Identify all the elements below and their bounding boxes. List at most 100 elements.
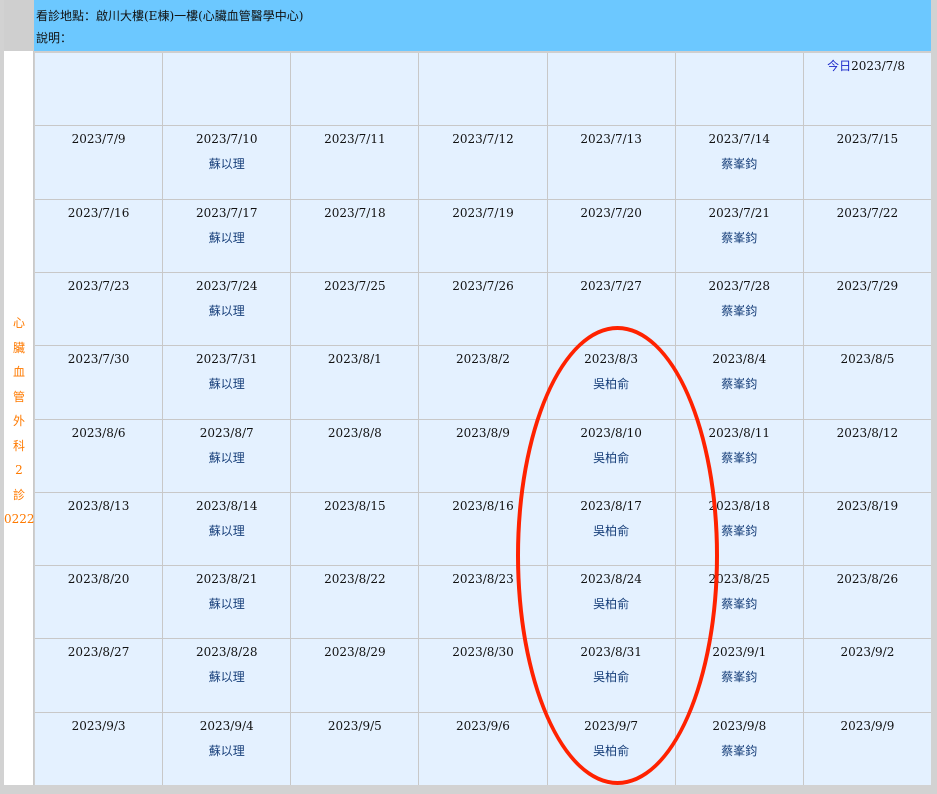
clinic-name-char: 管 <box>12 389 25 404</box>
calendar-day-cell: 2023/9/8 蔡峯鈞 <box>675 712 803 785</box>
clinic-name-char: 血 <box>12 365 25 379</box>
schedule-calendar: 今日2023/7/8 2023/7/9 2023/7/10 蘇以理 2023/7/11 2… <box>35 53 931 785</box>
calendar-day-cell: 2023/8/7 蘇以理 <box>163 419 291 492</box>
doctor-link[interactable]: 蔡峯鈞 <box>676 304 803 318</box>
calendar-day-cell: 2023/7/25 <box>291 272 419 346</box>
calendar-date: 2023/8/28 <box>195 645 258 660</box>
doctor-link[interactable]: 蘇以理 <box>163 304 290 318</box>
clinic-name-char: 2 <box>15 463 23 477</box>
note-text: 說明： <box>36 31 73 45</box>
clinic-name-vertical: 心臟血管外科 2 診 0222 <box>4 311 35 532</box>
calendar-day-cell: 2023/8/3 吳柏俞 <box>547 346 675 419</box>
calendar-date: 2023/9/7 <box>584 718 639 733</box>
calendar-day-cell: 2023/8/13 <box>35 492 163 566</box>
calendar-date: 2023/7/16 <box>67 205 130 220</box>
clinic-sidebar: 心臟血管外科 2 診 0222 <box>4 51 35 785</box>
calendar-date: 2023/8/22 <box>324 572 386 587</box>
calendar-date: 2023/7/17 <box>195 205 258 220</box>
doctor-link[interactable]: 蔡峯鈞 <box>676 231 803 245</box>
calendar-day-cell <box>419 53 547 126</box>
calendar-date: 2023/7/25 <box>324 278 386 293</box>
doctor-link[interactable]: 蘇以理 <box>163 377 290 391</box>
calendar-day-cell: 2023/9/4 蘇以理 <box>163 712 291 785</box>
calendar-day-cell: 2023/8/31 吳柏俞 <box>547 639 675 712</box>
doctor-link[interactable]: 蔡峯鈞 <box>676 597 803 611</box>
doctor-link[interactable]: 蘇以理 <box>163 157 290 171</box>
doctor-link[interactable]: 吳柏俞 <box>548 597 675 611</box>
doctor-link[interactable]: 蘇以理 <box>163 597 290 611</box>
calendar-date: 2023/8/27 <box>67 645 130 660</box>
calendar-day-cell: 2023/8/17 吳柏俞 <box>547 492 675 566</box>
doctor-link[interactable]: 蔡峯鈞 <box>676 451 803 465</box>
calendar-day-cell: 2023/7/29 <box>803 272 931 346</box>
calendar-day-cell: 2023/8/16 <box>419 492 547 566</box>
calendar-date: 2023/8/11 <box>708 425 771 440</box>
calendar-date: 2023/8/19 <box>836 498 899 513</box>
doctor-link[interactable]: 吳柏俞 <box>548 744 675 758</box>
calendar-date: 2023/7/31 <box>195 352 258 367</box>
calendar-day-cell: 2023/8/26 <box>803 566 931 639</box>
calendar-day-cell: 2023/8/15 <box>291 492 419 566</box>
clinic-name-char: 診 <box>12 487 25 502</box>
calendar-date: 2023/7/15 <box>836 132 899 147</box>
calendar-date: 2023/7/29 <box>836 278 899 293</box>
doctor-link[interactable]: 吳柏俞 <box>548 670 675 684</box>
doctor-link[interactable]: 蘇以理 <box>163 670 290 684</box>
calendar-day-cell: 2023/7/20 <box>547 199 675 272</box>
calendar-day-cell: 2023/8/1 <box>291 346 419 419</box>
doctor-link[interactable]: 蘇以理 <box>163 451 290 465</box>
calendar-date: 2023/9/1 <box>712 645 767 660</box>
doctor-link[interactable]: 蘇以理 <box>163 744 290 758</box>
calendar-date: 2023/7/19 <box>452 205 514 220</box>
calendar-date: 2023/8/18 <box>708 498 771 513</box>
clinic-name-char: 臟 <box>12 340 25 355</box>
calendar-day-cell: 2023/8/5 <box>803 346 931 419</box>
calendar-date: 2023/8/24 <box>580 572 642 587</box>
calendar-date: 2023/8/20 <box>67 572 130 587</box>
calendar-date: 2023/9/3 <box>71 718 126 733</box>
calendar-day-cell: 2023/8/24 吳柏俞 <box>547 566 675 639</box>
clinic-name-char: 心 <box>12 316 25 330</box>
calendar-day-cell: 2023/8/19 <box>803 492 931 566</box>
calendar-day-cell: 2023/9/2 <box>803 639 931 712</box>
doctor-link[interactable]: 蘇以理 <box>163 524 290 538</box>
calendar-day-cell: 2023/7/19 <box>419 199 547 272</box>
clinic-name-char: 0222 <box>4 512 35 526</box>
calendar-date: 2023/7/30 <box>67 352 130 367</box>
calendar-date: 2023/8/13 <box>67 498 130 513</box>
calendar-date: 2023/8/1 <box>327 352 382 367</box>
calendar-date: 2023/8/17 <box>580 498 642 513</box>
doctor-link[interactable]: 蔡峯鈞 <box>676 157 803 171</box>
calendar-day-cell: 2023/8/2 <box>419 346 547 419</box>
doctor-link[interactable]: 蔡峯鈞 <box>676 377 803 391</box>
calendar-day-cell: 2023/8/4 蔡峯鈞 <box>675 346 803 419</box>
calendar-day-cell: 2023/8/27 <box>35 639 163 712</box>
calendar-date: 2023/8/10 <box>580 425 642 440</box>
calendar-day-cell: 2023/8/30 <box>419 639 547 712</box>
calendar-day-cell <box>291 53 419 126</box>
doctor-link[interactable]: 吳柏俞 <box>548 451 675 465</box>
calendar-day-cell: 2023/7/17 蘇以理 <box>163 199 291 272</box>
calendar-day-cell: 2023/8/12 <box>803 419 931 492</box>
calendar-day-cell: 2023/7/10 蘇以理 <box>163 126 291 199</box>
calendar-day-cell <box>163 53 291 126</box>
calendar-date: 2023/9/4 <box>199 718 254 733</box>
calendar-date: 2023/8/31 <box>580 645 642 660</box>
calendar-day-cell: 2023/9/6 <box>419 712 547 785</box>
doctor-link[interactable]: 蔡峯鈞 <box>676 524 803 538</box>
calendar-day-cell: 2023/7/21 蔡峯鈞 <box>675 199 803 272</box>
calendar-date: 2023/8/14 <box>195 498 258 513</box>
calendar-day-cell: 2023/8/18 蔡峯鈞 <box>675 492 803 566</box>
calendar-day-cell: 2023/7/14 蔡峯鈞 <box>675 126 803 199</box>
calendar-date: 2023/7/22 <box>836 205 899 220</box>
doctor-link[interactable]: 蔡峯鈞 <box>676 744 803 758</box>
calendar-day-cell: 2023/9/9 <box>803 712 931 785</box>
today-label: 今日 <box>827 59 852 73</box>
doctor-link[interactable]: 吳柏俞 <box>548 524 675 538</box>
doctor-link[interactable]: 蘇以理 <box>163 231 290 245</box>
calendar-day-cell: 2023/7/18 <box>291 199 419 272</box>
calendar-day-cell: 2023/8/14 蘇以理 <box>163 492 291 566</box>
doctor-link[interactable]: 蔡峯鈞 <box>676 670 803 684</box>
calendar-day-cell: 2023/8/23 <box>419 566 547 639</box>
doctor-link[interactable]: 吳柏俞 <box>548 377 675 391</box>
